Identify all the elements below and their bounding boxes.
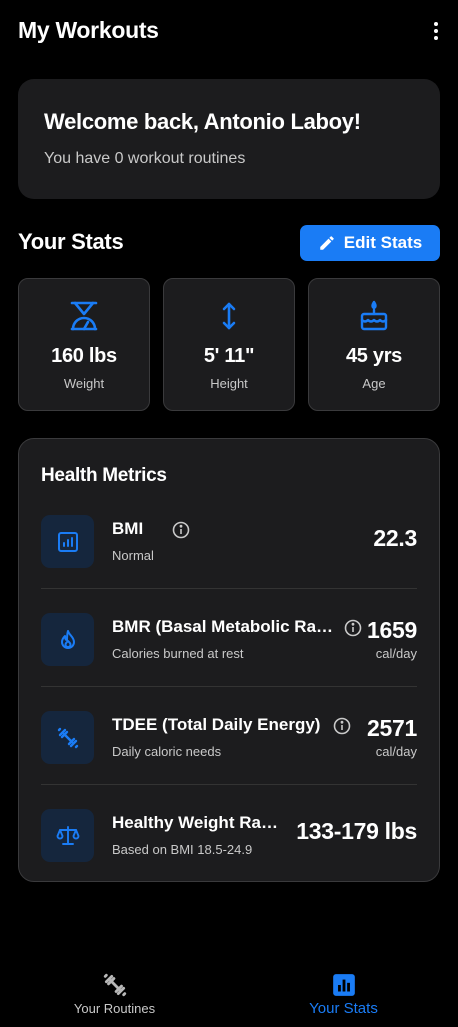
stat-label: Height (210, 376, 248, 391)
stat-label: Age (362, 376, 386, 391)
metric-description: Daily caloric needs (112, 744, 222, 759)
info-icon[interactable] (172, 521, 190, 539)
dumbbell-icon (41, 711, 94, 764)
metric-unit: cal/day (375, 646, 417, 661)
page-title: My Workouts (18, 17, 159, 43)
metric-name: BMI (112, 519, 144, 538)
info-icon[interactable] (344, 619, 362, 637)
metric-name: BMR (Basal Metabolic Rate) (112, 617, 336, 636)
stat-card-weight: 160 lbs Weight (18, 278, 150, 411)
bar-chart-icon (41, 515, 94, 568)
metric-description: Normal (112, 548, 154, 563)
stat-label: Weight (63, 376, 105, 391)
pencil-icon (320, 236, 334, 250)
more-vert-icon[interactable] (428, 20, 444, 42)
stat-value: 5' 11" (203, 345, 255, 367)
stat-value: 160 lbs (51, 345, 117, 367)
edit-stats-button[interactable]: Edit Stats (300, 225, 440, 261)
balance-scale-icon (41, 809, 94, 862)
metric-unit: cal/day (375, 744, 417, 759)
welcome-card: Welcome back, Antonio Laboy! You have 0 … (18, 79, 440, 199)
bottom-nav: Your Routines Your Stats (0, 960, 458, 1027)
metric-value: 1659 (367, 617, 417, 643)
nav-item-your-routines[interactable]: Your Routines (0, 960, 229, 1027)
flame-icon (41, 613, 94, 666)
edit-stats-label: Edit Stats (343, 233, 423, 252)
nav-label: Your Routines (73, 1001, 156, 1016)
health-metrics-title: Health Metrics (41, 465, 167, 486)
info-icon[interactable] (333, 717, 351, 735)
metric-value: 22.3 (373, 525, 417, 551)
app-bar: My Workouts (0, 0, 458, 62)
welcome-subtitle: You have 0 workout routines (44, 150, 246, 167)
hourglass-scale-icon (70, 301, 98, 331)
vertical-arrows-icon (222, 302, 236, 330)
metric-row-tdee: TDEE (Total Daily Energy) Daily caloric … (41, 687, 417, 785)
metric-value: 133-179 lbs (296, 818, 417, 844)
dumbbell-icon (103, 973, 126, 997)
stat-card-age: 45 yrs Age (308, 278, 440, 411)
nav-item-your-stats[interactable]: Your Stats (229, 960, 458, 1027)
bar-chart-icon (332, 974, 355, 996)
health-metrics-card: Health Metrics BMI Normal 22.3 BMR (Basa… (18, 438, 440, 882)
metric-row-bmr: BMR (Basal Metabolic Rate) Calories burn… (41, 589, 417, 687)
stat-card-height: 5' 11" Height (163, 278, 295, 411)
nav-label: Your Stats (309, 1000, 378, 1017)
stat-value: 45 yrs (345, 345, 403, 367)
welcome-title: Welcome back, Antonio Laboy! (44, 109, 361, 134)
metric-description: Calories burned at rest (112, 646, 244, 661)
stats-heading: Your Stats (18, 229, 124, 254)
metric-row-healthy-weight: Healthy Weight Range Based on BMI 18.5-2… (41, 785, 417, 883)
metric-value: 2571 (367, 715, 417, 741)
metric-name: TDEE (Total Daily Energy) (112, 715, 321, 734)
metric-name: Healthy Weight Range (112, 813, 288, 832)
metric-description: Based on BMI 18.5-24.9 (112, 842, 253, 857)
birthday-cake-icon (360, 300, 388, 331)
metric-row-bmi: BMI Normal 22.3 (41, 491, 417, 589)
